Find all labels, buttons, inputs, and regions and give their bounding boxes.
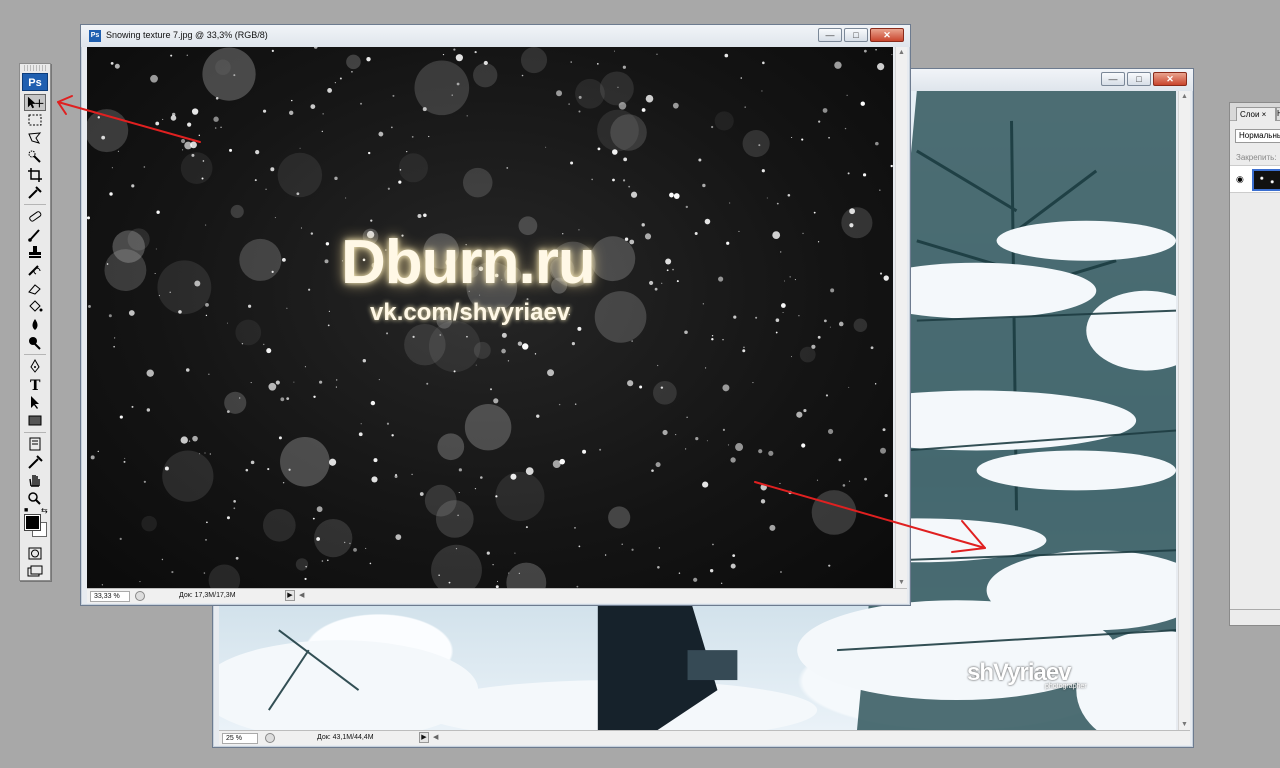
rectangle-tool-icon[interactable] [24, 412, 46, 429]
status-menu-button[interactable]: ▶ [285, 590, 295, 601]
eyedropper-icon[interactable] [24, 184, 46, 201]
foreground-color-swatch[interactable] [24, 514, 41, 531]
back-vertical-scrollbar[interactable]: ▲ ▼ [1178, 91, 1190, 730]
maximize-button[interactable]: □ [1127, 72, 1151, 86]
zoom-field[interactable]: 33,33 % [90, 591, 130, 602]
quick-selection-icon[interactable] [24, 148, 46, 165]
tools-panel: Ps T ■ ⇆ [19, 63, 51, 581]
scroll-left-icon[interactable]: ◀ [433, 733, 438, 741]
ps-logo[interactable]: Ps [22, 73, 48, 91]
document-size: Док: 43,1M/44,4M [317, 734, 374, 741]
maximize-button[interactable]: □ [844, 28, 868, 42]
healing-brush-icon[interactable] [24, 208, 46, 225]
front-status-bar: 33,33 % Док: 17,3M/17,3M ▶ ◀ [87, 588, 907, 603]
crop-tool-icon[interactable] [24, 166, 46, 183]
tool-separator [24, 432, 46, 433]
pen-tool-icon[interactable] [24, 358, 46, 375]
tool-separator [24, 354, 46, 355]
back-window-controls: — □ ✕ [1101, 72, 1187, 86]
clone-stamp-icon[interactable] [24, 244, 46, 261]
lasso-tool-icon[interactable] [24, 130, 46, 147]
hand-tool-icon[interactable] [24, 472, 46, 489]
screen-mode-icon[interactable] [24, 563, 46, 580]
visibility-eye-icon[interactable]: ◉ [1236, 174, 1244, 185]
path-selection-icon[interactable] [24, 394, 46, 411]
brush-tool-icon[interactable] [24, 226, 46, 243]
status-info-icon[interactable] [265, 733, 275, 743]
scroll-down-icon[interactable]: ▼ [1181, 721, 1188, 728]
zoom-field[interactable]: 25 % [222, 733, 258, 744]
scroll-left-icon[interactable]: ◀ [299, 591, 304, 599]
quick-mask-icon[interactable] [24, 545, 46, 562]
canvas-subtitle-text: vk.com/shvyriaev [370, 299, 571, 326]
status-info-icon[interactable] [135, 591, 145, 601]
scroll-down-icon[interactable]: ▼ [898, 579, 905, 586]
front-window-title: Snowing texture 7.jpg @ 33,3% (RGB/8) [106, 30, 268, 40]
paint-bucket-icon[interactable] [24, 298, 46, 315]
dodge-tool-icon[interactable] [24, 334, 46, 351]
type-tool-icon[interactable]: T [24, 376, 46, 394]
minimize-button[interactable]: — [1101, 72, 1125, 86]
front-window-controls: — □ ✕ [818, 28, 904, 42]
snowing-texture-photo: Dburn.ru vk.com/shvyriaev [87, 47, 893, 588]
close-icon: ✕ [883, 30, 891, 40]
svg-text:T: T [30, 378, 41, 393]
layer-row[interactable]: ◉ [1230, 165, 1280, 193]
back-status-bar: 25 % Док: 43,1M/44,4M ▶ ◀ [219, 730, 1190, 745]
minimize-icon: — [1108, 74, 1118, 84]
layer-thumbnail[interactable] [1252, 169, 1280, 191]
close-button[interactable]: ✕ [870, 28, 904, 42]
tab-next[interactable]: Н [1276, 107, 1280, 121]
close-button[interactable]: ✕ [1153, 72, 1187, 86]
watermark-text: shVyriaev [967, 659, 1072, 686]
swap-colors-icon[interactable]: ⇆ [41, 506, 48, 515]
panel-grip[interactable] [24, 65, 46, 71]
status-menu-button[interactable]: ▶ [419, 732, 429, 743]
lock-label: Закрепить: [1236, 153, 1277, 162]
scroll-up-icon[interactable]: ▲ [898, 49, 905, 56]
maximize-icon: □ [853, 30, 859, 40]
color-sampler-icon[interactable] [24, 454, 46, 471]
minimize-icon: — [825, 30, 835, 40]
history-brush-icon[interactable] [24, 262, 46, 279]
watermark-subtitle: photographer [1045, 683, 1087, 690]
color-swatches: ■ ⇆ [22, 506, 48, 541]
front-vertical-scrollbar[interactable]: ▲ ▼ [895, 47, 907, 588]
photographer-watermark: shVyriaev photographer [967, 659, 1087, 690]
move-tool-icon[interactable] [24, 94, 46, 111]
maximize-icon: □ [1136, 74, 1142, 84]
close-icon: ✕ [1166, 74, 1174, 84]
document-size: Док: 17,3M/17,3M [179, 592, 236, 599]
eraser-icon[interactable] [24, 280, 46, 297]
tool-separator [24, 204, 46, 205]
canvas-title-text: Dburn.ru [341, 228, 596, 297]
notes-tool-icon[interactable] [24, 436, 46, 453]
layers-panel-tabs: Слои × Н [1230, 103, 1280, 121]
photoshop-doc-icon: Ps [89, 30, 101, 42]
blur-tool-icon[interactable] [24, 316, 46, 333]
tab-layers[interactable]: Слои × [1236, 107, 1276, 121]
front-window-titlebar[interactable]: Ps Snowing texture 7.jpg @ 33,3% (RGB/8)… [81, 25, 910, 47]
layers-panel: Слои × Н Нормальный Закрепить: ◉ [1229, 102, 1280, 626]
minimize-button[interactable]: — [818, 28, 842, 42]
front-canvas[interactable]: Dburn.ru vk.com/shvyriaev [87, 47, 893, 588]
marquee-tool-icon[interactable] [24, 112, 46, 129]
panel-divider [1230, 609, 1280, 610]
blend-mode-select[interactable]: Нормальный [1235, 129, 1280, 143]
front-document-window[interactable]: Ps Snowing texture 7.jpg @ 33,3% (RGB/8)… [80, 24, 911, 606]
zoom-tool-icon[interactable] [24, 490, 46, 507]
reset-colors-icon[interactable]: ■ [24, 507, 28, 514]
scroll-up-icon[interactable]: ▲ [1181, 93, 1188, 100]
